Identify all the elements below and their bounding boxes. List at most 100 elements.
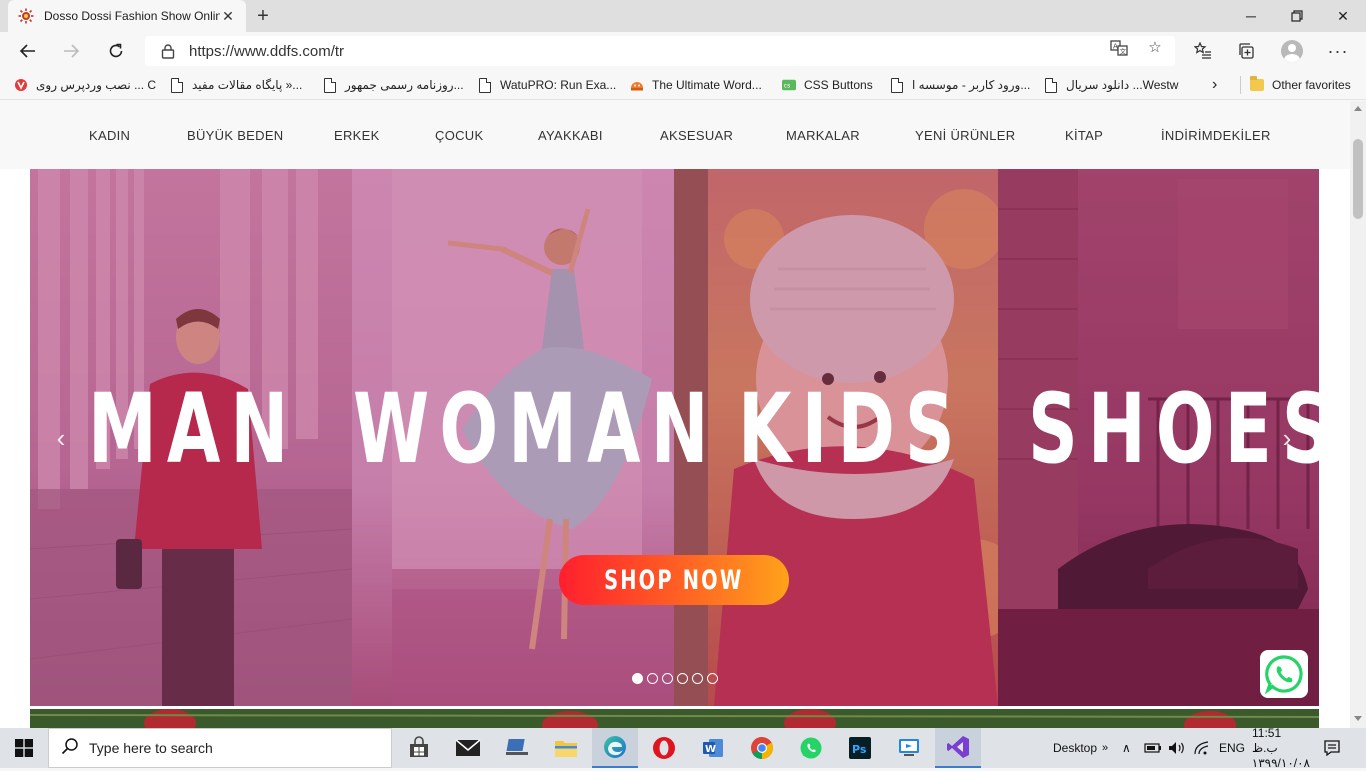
favorite-item[interactable]: پایگاه مقالات مفید »... — [170, 76, 302, 94]
slider-prev-arrow-icon[interactable]: ‹ — [50, 425, 72, 451]
nav-item-yeni-urunler[interactable]: YENİ ÜRÜNLER — [915, 128, 1015, 143]
svg-text:Ps: Ps — [852, 743, 867, 756]
store-icon[interactable] — [396, 728, 442, 768]
orange-helmet-icon — [630, 77, 644, 93]
whatsapp-desktop-icon[interactable] — [788, 728, 834, 768]
translate-icon[interactable]: A文 — [1110, 39, 1128, 57]
edge-browser-icon[interactable] — [592, 728, 638, 768]
word-icon[interactable]: W — [690, 728, 736, 768]
slider-dot[interactable] — [692, 673, 703, 684]
wifi-icon[interactable] — [1194, 728, 1210, 768]
file-explorer-icon[interactable] — [543, 728, 589, 768]
close-tab-icon[interactable]: ✕ — [220, 8, 236, 24]
svg-text:文: 文 — [1120, 47, 1127, 56]
collections-icon[interactable] — [1232, 36, 1262, 66]
hero-slider[interactable]: MAN WOMAN KIDS SHOES SHOP NOW ‹ › — [30, 169, 1319, 706]
other-favorites-label: Other favorites — [1272, 78, 1351, 92]
visual-studio-icon[interactable] — [935, 728, 981, 768]
browser-tab[interactable]: Dosso Dossi Fashion Show Online ✕ — [8, 0, 246, 32]
lock-icon[interactable] — [159, 42, 177, 60]
favorite-label: CSS Buttons — [804, 78, 873, 92]
toolbar-expand-icon[interactable]: » — [1102, 728, 1108, 768]
favorite-label: نصب وردپرس روی ... C — [36, 78, 157, 92]
close-window-button[interactable]: ✕ — [1320, 0, 1366, 32]
refresh-icon[interactable] — [101, 36, 131, 66]
nav-item-kitap[interactable]: KİTAP — [1065, 128, 1103, 143]
favorite-item[interactable]: روزنامه رسمی جمهور... — [323, 76, 464, 94]
other-favorites[interactable]: Other favorites — [1240, 76, 1351, 94]
forward-arrow-icon[interactable] — [56, 36, 86, 66]
desktop-toolbar-label[interactable]: Desktop — [1053, 728, 1097, 768]
language-indicator[interactable]: ENG — [1219, 728, 1245, 768]
settings-more-icon[interactable]: ··· — [1323, 36, 1353, 66]
nav-item-buyuk-beden[interactable]: BÜYÜK BEDEN — [187, 128, 284, 143]
chrome-icon[interactable] — [739, 728, 785, 768]
slider-dot[interactable] — [647, 673, 658, 684]
search-icon — [61, 737, 79, 760]
profile-avatar[interactable] — [1277, 36, 1307, 66]
nav-item-indirimdekiler[interactable]: İNDİRİMDEKİLER — [1161, 128, 1271, 143]
photoshop-icon[interactable]: Ps — [837, 728, 883, 768]
mail-icon[interactable] — [445, 728, 491, 768]
favorite-item[interactable]: نصب وردپرس روی ... C — [14, 76, 156, 94]
url-field[interactable]: https://www.ddfs.com/tr — [145, 36, 1175, 66]
css-buttons-icon: cs — [782, 77, 796, 93]
whatsapp-icon[interactable] — [1260, 650, 1308, 698]
favorite-item[interactable]: cs CSS Buttons — [782, 76, 873, 94]
shop-now-button[interactable]: SHOP NOW — [559, 555, 789, 605]
favorite-label: روزنامه رسمی جمهور... — [345, 78, 464, 92]
taskbar-search[interactable]: Type here to search — [48, 728, 392, 768]
page-icon — [1044, 77, 1058, 93]
back-arrow-icon[interactable] — [13, 36, 43, 66]
nav-item-erkek[interactable]: ERKEK — [334, 128, 380, 143]
clock-date: ۱۳۹۹/۱۰/۰۸ — [1251, 755, 1310, 770]
nav-item-kadin[interactable]: KADIN — [89, 128, 130, 143]
new-tab-button[interactable]: + — [252, 6, 274, 28]
page-icon — [170, 77, 184, 93]
nav-item-markalar[interactable]: MARKALAR — [786, 128, 860, 143]
minimize-button[interactable]: ─ — [1228, 0, 1274, 32]
slider-dot[interactable] — [662, 673, 673, 684]
favorite-item[interactable]: WatuPRO: Run Exa... — [478, 76, 616, 94]
favorite-item[interactable]: The Ultimate Word... — [630, 76, 762, 94]
favorite-star-icon[interactable]: ☆ — [1146, 39, 1164, 57]
scrollbar-thumb[interactable] — [1353, 139, 1363, 219]
favorite-label: ورود کاربر - موسسه ا... — [912, 78, 1031, 92]
shop-now-label: SHOP NOW — [604, 564, 744, 596]
address-bar-row: https://www.ddfs.com/tr A文 ☆ ··· — [0, 32, 1366, 70]
scroll-up-arrow-icon[interactable] — [1354, 106, 1362, 111]
favorite-item[interactable]: ورود کاربر - موسسه ا... — [890, 76, 1030, 94]
battery-icon[interactable] — [1144, 728, 1162, 768]
slider-dot[interactable] — [632, 673, 643, 684]
nav-item-aksesuar[interactable]: AKSESUAR — [660, 128, 733, 143]
slider-dot[interactable] — [677, 673, 688, 684]
favorites-list-icon[interactable] — [1188, 36, 1218, 66]
slider-dot[interactable] — [707, 673, 718, 684]
nav-item-ayakkabi[interactable]: AYAKKABI — [538, 128, 603, 143]
favorite-label: WatuPRO: Run Exa... — [500, 78, 617, 92]
page-viewport: KADIN BÜYÜK BEDEN ERKEK ÇOCUK AYAKKABI A… — [0, 101, 1350, 728]
scroll-down-arrow-icon[interactable] — [1354, 716, 1362, 721]
site-favicon-icon — [18, 8, 34, 24]
chevron-right-icon[interactable]: › — [1212, 76, 1217, 94]
laptop-app-icon[interactable] — [494, 728, 540, 768]
clock-time: 11:51 ب.ظ — [1252, 725, 1282, 755]
tab-strip: Dosso Dossi Fashion Show Online ✕ + ─ ✕ — [0, 0, 1366, 32]
remote-app-icon[interactable] — [886, 728, 932, 768]
show-hidden-icons-chevron-icon[interactable]: ∧ — [1122, 728, 1131, 768]
opera-icon[interactable] — [641, 728, 687, 768]
favorite-item[interactable]: دانلود سریال ...Westw — [1044, 76, 1178, 94]
windows-start-icon[interactable] — [0, 728, 48, 768]
slider-next-arrow-icon[interactable]: › — [1276, 425, 1298, 451]
volume-icon[interactable] — [1168, 728, 1186, 768]
favorites-bar: نصب وردپرس روی ... C پایگاه مقالات مفید … — [0, 70, 1366, 100]
favorite-label: The Ultimate Word... — [652, 78, 762, 92]
page-scrollbar[interactable] — [1350, 101, 1366, 728]
restore-button[interactable] — [1274, 0, 1320, 32]
nav-item-cocuk[interactable]: ÇOCUK — [435, 128, 483, 143]
svg-text:cs: cs — [784, 83, 791, 90]
notifications-icon[interactable] — [1323, 728, 1341, 768]
page-icon — [478, 77, 492, 93]
clock[interactable]: 11:51 ب.ظ ۱۳۹۹/۱۰/۰۸ — [1251, 725, 1310, 770]
folder-icon — [1250, 76, 1264, 93]
